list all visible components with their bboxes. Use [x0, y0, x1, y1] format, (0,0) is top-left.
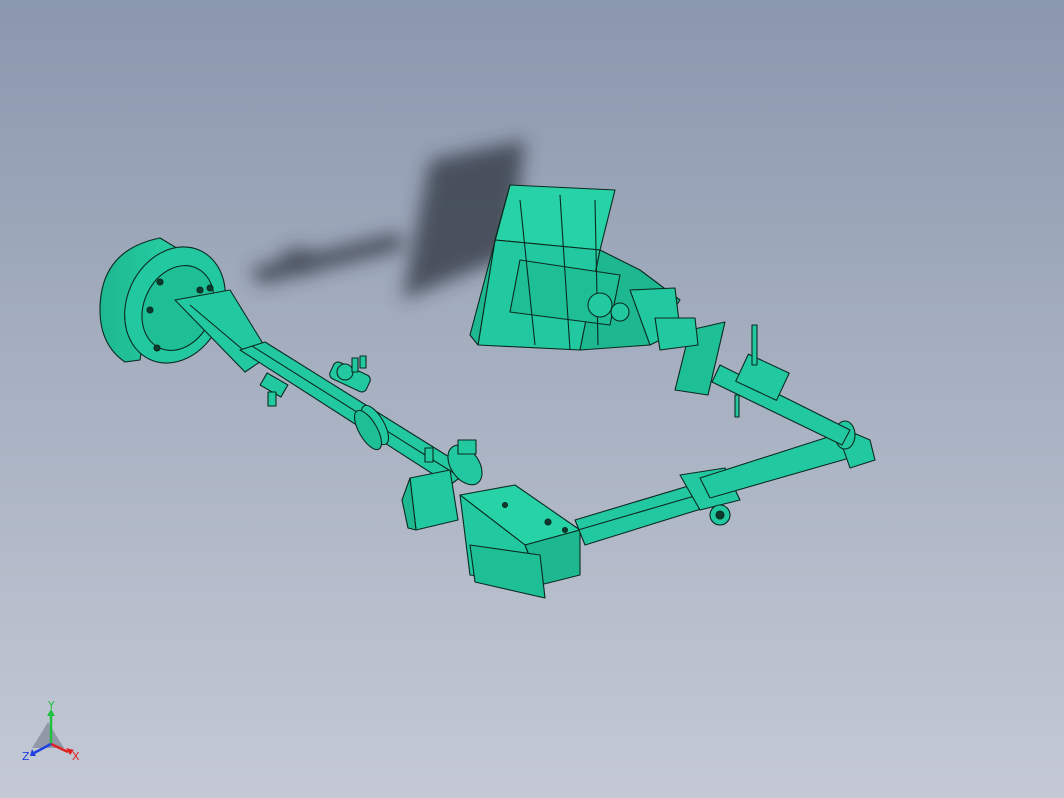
- y-axis-label: Y: [47, 700, 55, 712]
- 3d-viewport[interactable]: Y X Z: [0, 0, 1064, 798]
- gearbox[interactable]: [459, 484, 581, 599]
- cad-model-assembly[interactable]: [0, 0, 1064, 798]
- hydraulic-actuator[interactable]: [401, 469, 459, 531]
- x-axis-label: X: [72, 750, 80, 763]
- orientation-triad[interactable]: Y X Z: [18, 700, 88, 770]
- z-axis-label: Z: [22, 750, 30, 763]
- cutter-head[interactable]: [469, 184, 699, 351]
- model-shadow: [250, 140, 525, 300]
- triad-base: [32, 722, 64, 748]
